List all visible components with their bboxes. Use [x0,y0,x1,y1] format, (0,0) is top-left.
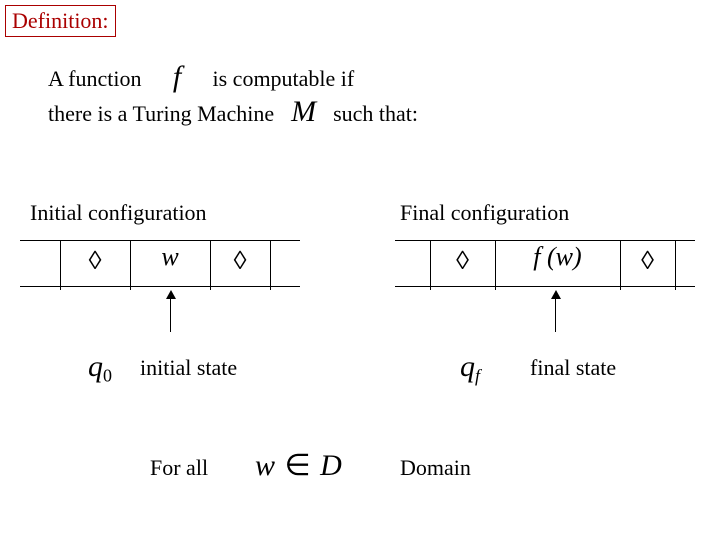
state-q0-sub: 0 [103,365,112,385]
symbol-f: f [147,60,207,94]
label-for-all: For all [150,455,208,481]
arrow-initial-head [170,292,171,332]
expr-D: D [320,449,342,482]
tape-cell-blank: ◊ [210,246,270,276]
label-final-configuration: Final configuration [400,200,569,226]
tape-cell-w: w [130,242,210,272]
intro-text-b: is computable if [213,66,355,91]
tape-cell-fw: f (w) [495,242,620,272]
expr-w: w [255,449,275,482]
intro-text-a: A function [48,66,142,91]
state-q0-base: q [88,350,103,383]
tape-final: ◊ f (w) ◊ [395,240,695,290]
intro-text-d: such that: [333,101,418,126]
expr-in: ∈ [281,449,315,482]
label-initial-configuration: Initial configuration [30,200,207,226]
state-qf-base: q [460,350,475,383]
expr-w-in-D: w ∈ D [255,448,342,483]
state-qf: qf [460,350,480,386]
label-initial-state: initial state [140,355,237,381]
intro-text-c: there is a Turing Machine [48,101,274,126]
tape-cell-blank: ◊ [430,246,495,276]
tape-cell-blank: ◊ [60,246,130,276]
label-domain: Domain [400,455,471,481]
symbol-M: M [280,95,328,129]
intro-line-1: A function f is computable if [48,60,354,94]
tape-cell-blank: ◊ [620,246,675,276]
definition-heading: Definition: [5,5,116,37]
label-final-state: final state [530,355,616,381]
state-qf-sub: f [475,365,480,385]
intro-line-2: there is a Turing Machine M such that: [48,95,418,129]
state-q0: q0 [88,350,112,386]
tape-initial: ◊ w ◊ [20,240,300,290]
arrow-final-head [555,292,556,332]
